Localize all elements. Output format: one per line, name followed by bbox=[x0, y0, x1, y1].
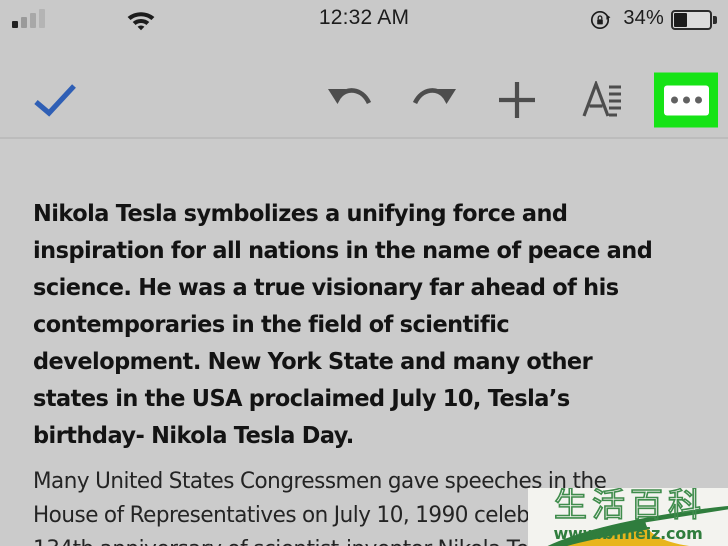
redo-button[interactable] bbox=[407, 77, 461, 123]
text-format-icon bbox=[582, 81, 621, 117]
battery-nub bbox=[713, 16, 717, 24]
more-options-button[interactable] bbox=[654, 72, 718, 128]
status-bar: 12:32 AM 34% bbox=[0, 0, 728, 38]
paragraph-bold[interactable]: Nikola Tesla symbolizes a unifying force… bbox=[33, 195, 663, 454]
undo-icon bbox=[328, 88, 372, 105]
rotation-lock-icon bbox=[590, 10, 611, 30]
battery-fill bbox=[674, 13, 687, 27]
watermark-overlay: 生活百科 www.bimeiz.com bbox=[528, 488, 728, 546]
watermark-chinese-text: 生活百科 bbox=[553, 488, 706, 524]
ellipsis-dot-3 bbox=[694, 96, 702, 104]
ellipsis-dot-2 bbox=[682, 96, 690, 104]
more-options-icon bbox=[663, 85, 709, 115]
checkmark-icon bbox=[34, 84, 76, 117]
battery-percentage-label: 34% bbox=[623, 7, 664, 29]
battery-icon bbox=[671, 10, 718, 30]
undo-button[interactable] bbox=[323, 77, 377, 123]
phone-screen: 12:32 AM 34% Nikola Tesla symbolizes a u… bbox=[0, 0, 728, 546]
document-canvas[interactable]: Nikola Tesla symbolizes a unifying force… bbox=[0, 139, 728, 546]
ellipsis-dot-1 bbox=[670, 96, 678, 104]
status-bar-time: 12:32 AM bbox=[318, 6, 410, 29]
plus-icon bbox=[499, 82, 535, 118]
format-text-button[interactable] bbox=[577, 77, 627, 123]
editor-toolbar bbox=[0, 38, 728, 139]
watermark-url: www.bimeiz.com bbox=[553, 524, 703, 543]
redo-icon bbox=[412, 88, 456, 105]
insert-button[interactable] bbox=[492, 77, 542, 123]
done-button[interactable] bbox=[30, 77, 80, 123]
